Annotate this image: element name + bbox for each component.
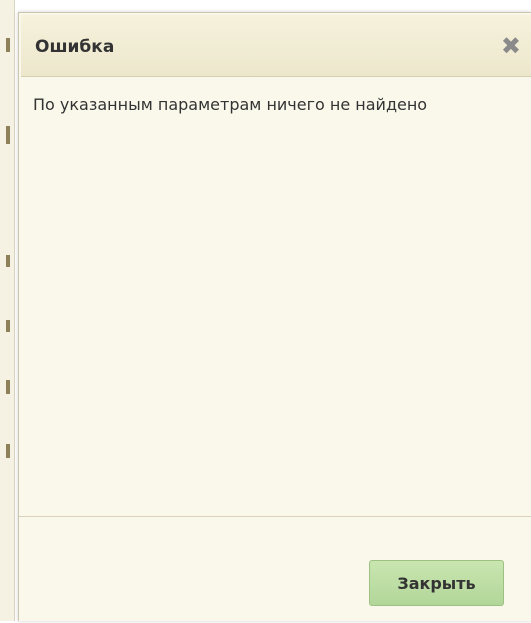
background-page [0, 0, 15, 621]
close-button[interactable]: Закрыть [369, 560, 504, 606]
background-mark [6, 255, 10, 267]
error-message: По указанным параметрам ничего не найден… [33, 95, 428, 114]
background-mark [6, 126, 10, 144]
dialog-body: По указанным параметрам ничего не найден… [19, 77, 531, 516]
background-mark [6, 380, 10, 394]
dialog-title: Ошибка [35, 37, 115, 57]
close-icon[interactable]: ✖ [501, 34, 521, 58]
background-mark [6, 320, 10, 332]
background-mark [6, 38, 10, 52]
dialog-header: Ошибка ✖ [21, 15, 531, 77]
background-mark [6, 444, 10, 458]
error-dialog: Ошибка ✖ По указанным параметрам ничего … [18, 12, 531, 621]
dialog-footer: Закрыть [19, 516, 531, 623]
